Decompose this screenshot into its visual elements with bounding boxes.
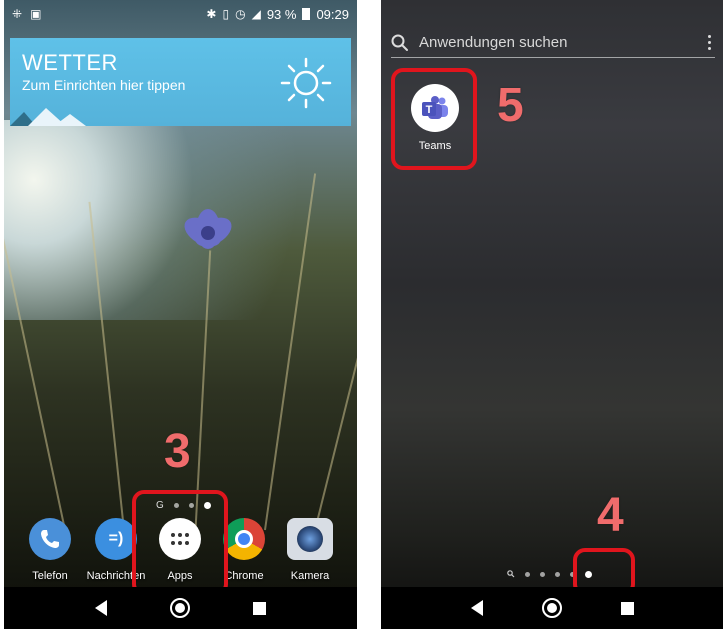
dock-label: Telefon	[32, 570, 68, 582]
sun-icon	[280, 57, 332, 109]
home-icon[interactable]	[541, 598, 562, 618]
dock-app-telefon[interactable]: Telefon	[18, 518, 82, 582]
recents-icon[interactable]	[620, 601, 634, 615]
search-input[interactable]	[419, 34, 704, 51]
step-3-label: 3	[164, 425, 191, 478]
back-icon[interactable]	[470, 600, 483, 616]
lte-signal-icon: ◢	[251, 7, 261, 21]
bluetooth-icon: ✱	[206, 7, 217, 21]
messages-icon: =)	[95, 518, 137, 560]
weather-widget[interactable]: WETTER Zum Einrichten hier tippen	[10, 38, 351, 126]
notification-icon: ⁜	[12, 7, 23, 21]
vibrate-icon: ▯	[222, 7, 230, 21]
page-dot	[540, 571, 545, 577]
dock-app-kamera[interactable]: Kamera	[278, 518, 342, 582]
chrome-icon	[223, 518, 265, 560]
clock: 09:29	[316, 6, 349, 22]
page-dot	[555, 571, 560, 577]
highlight-apps	[132, 490, 228, 596]
navigation-bar	[4, 587, 357, 629]
search-page-icon	[507, 570, 515, 578]
cornflower-image	[184, 209, 232, 249]
highlight-teams	[391, 68, 477, 170]
step-4-label: 4	[597, 489, 624, 542]
app-drawer: T Teams 5 4	[381, 0, 723, 629]
step-5-label: 5	[497, 79, 524, 132]
camera-icon	[287, 518, 333, 560]
alarm-icon: ◷	[235, 7, 246, 21]
dock-label: Kamera	[290, 570, 330, 582]
navigation-bar	[381, 587, 723, 629]
image-icon: ▣	[30, 7, 42, 21]
battery-percent: 93 %	[266, 6, 297, 22]
status-bar: ⁜ ▣ ✱ ▯ ◷ ◢ 93 % 09:29	[4, 0, 357, 28]
app-search-bar[interactable]	[391, 28, 715, 58]
battery-icon	[302, 8, 311, 20]
page-dot	[525, 571, 530, 577]
home-icon[interactable]	[169, 598, 190, 618]
recents-icon[interactable]	[252, 601, 266, 615]
phone-icon	[29, 518, 71, 560]
mountains-icon	[10, 108, 86, 126]
back-icon[interactable]	[95, 600, 108, 616]
home-screen: ⁜ ▣ ✱ ▯ ◷ ◢ 93 % 09:29 WETTER Zum Einric…	[4, 0, 357, 629]
search-icon	[391, 34, 408, 51]
overflow-menu-icon[interactable]	[704, 35, 715, 50]
